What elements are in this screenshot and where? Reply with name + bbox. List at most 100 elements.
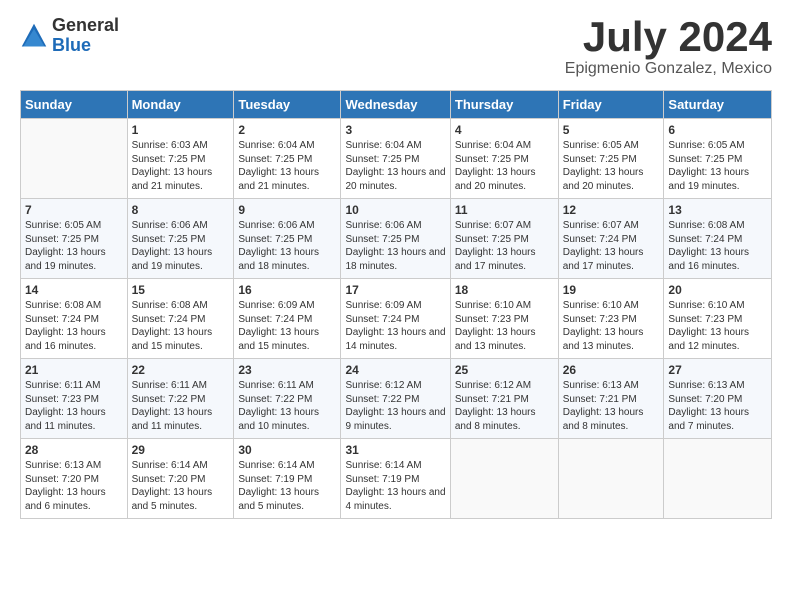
day-info: Sunrise: 6:10 AMSunset: 7:23 PMDaylight:… — [668, 299, 767, 353]
calendar-cell: 6 Sunrise: 6:05 AMSunset: 7:25 PMDaylight… — [664, 119, 772, 199]
day-number: 18 — [455, 283, 554, 297]
calendar-week-row: 14Sunrise: 6:08 AMSunset: 7:24 PMDayligh… — [21, 279, 772, 359]
day-number: 17 — [345, 283, 445, 297]
day-info: Sunrise: 6:05 AMSunset: 7:25 PMDaylight:… — [668, 139, 767, 193]
location-subtitle: Epigmenio Gonzalez, Mexico — [565, 60, 772, 78]
day-info: Sunrise: 6:14 AMSunset: 7:19 PMDaylight:… — [238, 459, 336, 513]
calendar-cell: 1 Sunrise: 6:03 AMSunset: 7:25 PMDaylight… — [127, 119, 234, 199]
title-block: July 2024 Epigmenio Gonzalez, Mexico — [565, 16, 772, 78]
day-number: 25 — [455, 363, 554, 377]
day-of-week-header: Friday — [558, 91, 664, 119]
day-info: Sunrise: 6:09 AMSunset: 7:24 PMDaylight:… — [238, 299, 336, 353]
calendar-cell: 16 Sunrise: 6:09 AMSunset: 7:24 PMDayligh… — [234, 279, 341, 359]
calendar-cell: 18 Sunrise: 6:10 AMSunset: 7:23 PMDayligh… — [450, 279, 558, 359]
day-info: Sunrise: 6:06 AMSunset: 7:25 PMDaylight:… — [345, 219, 445, 273]
day-info: Sunrise: 6:12 AMSunset: 7:21 PMDaylight:… — [455, 379, 554, 433]
day-number: 22 — [132, 363, 230, 377]
day-info: Sunrise: 6:08 AMSunset: 7:24 PMDaylight:… — [25, 299, 123, 353]
day-number: 28 — [25, 443, 123, 457]
day-number: 19 — [563, 283, 660, 297]
calendar-table: SundayMondayTuesdayWednesdayThursdayFrid… — [20, 90, 772, 519]
day-info: Sunrise: 6:04 AMSunset: 7:25 PMDaylight:… — [345, 139, 445, 193]
day-info: Sunrise: 6:07 AMSunset: 7:25 PMDaylight:… — [455, 219, 554, 273]
day-of-week-header: Sunday — [21, 91, 128, 119]
calendar-cell: 27Sunrise: 6:13 AMSunset: 7:20 PMDayligh… — [664, 359, 772, 439]
day-number: 23 — [238, 363, 336, 377]
day-number: 7 — [25, 203, 123, 217]
calendar-cell — [558, 439, 664, 519]
day-info: Sunrise: 6:11 AMSunset: 7:22 PMDaylight:… — [238, 379, 336, 433]
calendar-cell: 20 Sunrise: 6:10 AMSunset: 7:23 PMDayligh… — [664, 279, 772, 359]
calendar-week-row: 7 Sunrise: 6:05 AMSunset: 7:25 PMDaylight… — [21, 199, 772, 279]
day-number: 11 — [455, 203, 554, 217]
calendar-cell: 4 Sunrise: 6:04 AMSunset: 7:25 PMDaylight… — [450, 119, 558, 199]
day-info: Sunrise: 6:14 AMSunset: 7:20 PMDaylight:… — [132, 459, 230, 513]
logo: General Blue — [20, 16, 119, 56]
day-info: Sunrise: 6:13 AMSunset: 7:20 PMDaylight:… — [25, 459, 123, 513]
day-info: Sunrise: 6:05 AMSunset: 7:25 PMDaylight:… — [25, 219, 123, 273]
day-info: Sunrise: 6:14 AMSunset: 7:19 PMDaylight:… — [345, 459, 445, 513]
day-number: 6 — [668, 123, 767, 137]
logo-blue-text: Blue — [52, 36, 119, 56]
calendar-cell: 13 Sunrise: 6:08 AMSunset: 7:24 PMDayligh… — [664, 199, 772, 279]
day-info: Sunrise: 6:10 AMSunset: 7:23 PMDaylight:… — [455, 299, 554, 353]
day-number: 5 — [563, 123, 660, 137]
day-of-week-header: Tuesday — [234, 91, 341, 119]
calendar-cell: 8Sunrise: 6:06 AMSunset: 7:25 PMDaylight… — [127, 199, 234, 279]
calendar-header-row: SundayMondayTuesdayWednesdayThursdayFrid… — [21, 91, 772, 119]
day-number: 26 — [563, 363, 660, 377]
calendar-cell — [450, 439, 558, 519]
calendar-cell: 10Sunrise: 6:06 AMSunset: 7:25 PMDayligh… — [341, 199, 450, 279]
day-number: 31 — [345, 443, 445, 457]
day-number: 27 — [668, 363, 767, 377]
day-info: Sunrise: 6:10 AMSunset: 7:23 PMDaylight:… — [563, 299, 660, 353]
day-number: 3 — [345, 123, 445, 137]
calendar-cell: 28 Sunrise: 6:13 AMSunset: 7:20 PMDayligh… — [21, 439, 128, 519]
day-number: 9 — [238, 203, 336, 217]
calendar-cell: 30 Sunrise: 6:14 AMSunset: 7:19 PMDayligh… — [234, 439, 341, 519]
day-of-week-header: Wednesday — [341, 91, 450, 119]
calendar-cell: 29 Sunrise: 6:14 AMSunset: 7:20 PMDayligh… — [127, 439, 234, 519]
day-number: 16 — [238, 283, 336, 297]
calendar-cell: 11 Sunrise: 6:07 AMSunset: 7:25 PMDayligh… — [450, 199, 558, 279]
calendar-cell: 14Sunrise: 6:08 AMSunset: 7:24 PMDayligh… — [21, 279, 128, 359]
calendar-cell: 7 Sunrise: 6:05 AMSunset: 7:25 PMDaylight… — [21, 199, 128, 279]
month-title: July 2024 — [565, 16, 772, 58]
calendar-cell: 22 Sunrise: 6:11 AMSunset: 7:22 PMDayligh… — [127, 359, 234, 439]
calendar-cell: 3 Sunrise: 6:04 AMSunset: 7:25 PMDaylight… — [341, 119, 450, 199]
calendar-week-row: 1 Sunrise: 6:03 AMSunset: 7:25 PMDaylight… — [21, 119, 772, 199]
calendar-cell: 9 Sunrise: 6:06 AMSunset: 7:25 PMDaylight… — [234, 199, 341, 279]
calendar-cell: 31 Sunrise: 6:14 AMSunset: 7:19 PMDayligh… — [341, 439, 450, 519]
calendar-cell — [21, 119, 128, 199]
calendar-cell: 17Sunrise: 6:09 AMSunset: 7:24 PMDayligh… — [341, 279, 450, 359]
day-number: 15 — [132, 283, 230, 297]
calendar-week-row: 28 Sunrise: 6:13 AMSunset: 7:20 PMDayligh… — [21, 439, 772, 519]
calendar-cell: 26Sunrise: 6:13 AMSunset: 7:21 PMDayligh… — [558, 359, 664, 439]
day-number: 30 — [238, 443, 336, 457]
day-number: 13 — [668, 203, 767, 217]
day-number: 20 — [668, 283, 767, 297]
day-number: 1 — [132, 123, 230, 137]
calendar-cell: 19 Sunrise: 6:10 AMSunset: 7:23 PMDayligh… — [558, 279, 664, 359]
day-info: Sunrise: 6:11 AMSunset: 7:22 PMDaylight:… — [132, 379, 230, 433]
day-info: Sunrise: 6:04 AMSunset: 7:25 PMDaylight:… — [455, 139, 554, 193]
calendar-cell: 12Sunrise: 6:07 AMSunset: 7:24 PMDayligh… — [558, 199, 664, 279]
logo-general-text: General — [52, 16, 119, 36]
day-number: 29 — [132, 443, 230, 457]
day-info: Sunrise: 6:06 AMSunset: 7:25 PMDaylight:… — [238, 219, 336, 273]
calendar-cell: 23 Sunrise: 6:11 AMSunset: 7:22 PMDayligh… — [234, 359, 341, 439]
page-header: General Blue July 2024 Epigmenio Gonzale… — [20, 16, 772, 78]
calendar-cell: 2Sunrise: 6:04 AMSunset: 7:25 PMDaylight… — [234, 119, 341, 199]
day-info: Sunrise: 6:08 AMSunset: 7:24 PMDaylight:… — [668, 219, 767, 273]
calendar-cell: 15Sunrise: 6:08 AMSunset: 7:24 PMDayligh… — [127, 279, 234, 359]
day-number: 4 — [455, 123, 554, 137]
day-info: Sunrise: 6:03 AMSunset: 7:25 PMDaylight:… — [132, 139, 230, 193]
calendar-cell: 5Sunrise: 6:05 AMSunset: 7:25 PMDaylight… — [558, 119, 664, 199]
calendar-cell: 24Sunrise: 6:12 AMSunset: 7:22 PMDayligh… — [341, 359, 450, 439]
day-of-week-header: Thursday — [450, 91, 558, 119]
calendar-cell: 21Sunrise: 6:11 AMSunset: 7:23 PMDayligh… — [21, 359, 128, 439]
day-info: Sunrise: 6:07 AMSunset: 7:24 PMDaylight:… — [563, 219, 660, 273]
calendar-cell — [664, 439, 772, 519]
day-info: Sunrise: 6:12 AMSunset: 7:22 PMDaylight:… — [345, 379, 445, 433]
day-number: 21 — [25, 363, 123, 377]
